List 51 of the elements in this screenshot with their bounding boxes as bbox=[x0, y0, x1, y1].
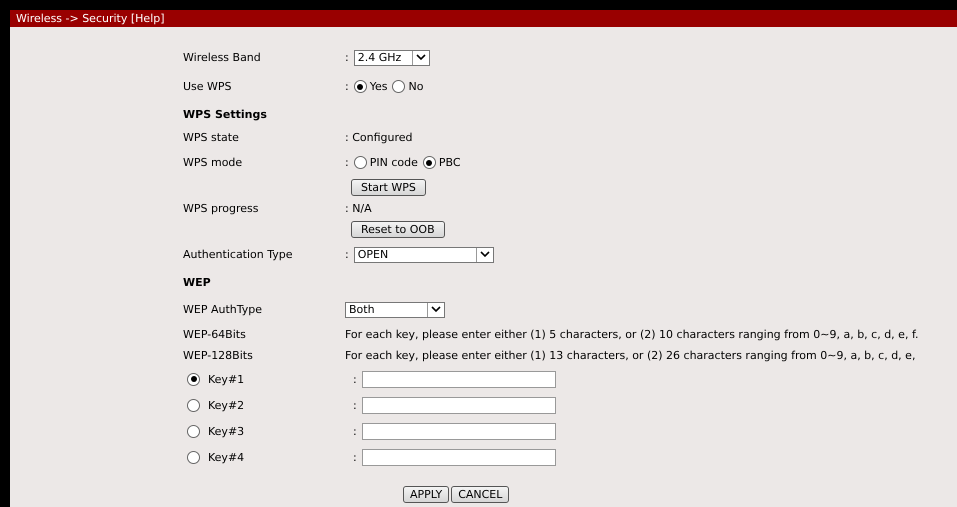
section-heading: WEP bbox=[183, 276, 211, 288]
dropdown[interactable]: OPEN bbox=[354, 246, 494, 262]
radio-label: Yes bbox=[370, 80, 388, 93]
form-button[interactable]: CANCEL bbox=[451, 486, 510, 503]
field-label: WPS state bbox=[183, 131, 239, 144]
field-label: WEP-128Bits bbox=[183, 349, 253, 362]
field-value: For each key, please enter either (1) 5 characters, or (2) 10 characters ranging from 0~9, a, b, c, d, e, f. bbox=[345, 328, 919, 341]
colon: : bbox=[345, 51, 349, 64]
radio-button[interactable] bbox=[187, 372, 200, 386]
action-button[interactable]: Start WPS bbox=[351, 179, 426, 196]
radio-button[interactable] bbox=[392, 80, 406, 93]
colon: : bbox=[353, 372, 357, 386]
key-field[interactable] bbox=[362, 396, 556, 414]
action-button[interactable]: Reset to OOB bbox=[351, 221, 445, 238]
key-label: Key#3 bbox=[208, 424, 244, 438]
field-value: : N/A bbox=[345, 202, 372, 215]
field-label: WPS progress bbox=[183, 202, 258, 215]
key-label: Key#4 bbox=[208, 450, 244, 464]
dropdown[interactable]: 2.4 GHz bbox=[354, 50, 430, 66]
key-field[interactable] bbox=[362, 448, 556, 466]
key-label: Key#1 bbox=[208, 372, 244, 386]
key-field[interactable] bbox=[362, 370, 556, 388]
colon: : bbox=[345, 248, 349, 261]
radio-button[interactable] bbox=[187, 450, 200, 464]
radio-button[interactable] bbox=[354, 156, 367, 169]
colon: : bbox=[353, 450, 357, 464]
colon: : bbox=[345, 80, 349, 93]
field-value: : Configured bbox=[345, 131, 412, 144]
colon: : bbox=[353, 424, 357, 438]
radio-button[interactable] bbox=[422, 156, 436, 169]
field-label: Wireless Band bbox=[183, 51, 261, 64]
radio-label: PIN code bbox=[370, 156, 418, 169]
page-title: Wireless -> Security [Help] bbox=[16, 12, 165, 25]
radio-button[interactable] bbox=[354, 80, 367, 93]
key-field[interactable] bbox=[362, 422, 556, 440]
field-label: Use WPS bbox=[183, 80, 232, 93]
form-button[interactable]: APPLY bbox=[403, 486, 450, 503]
radio-label: PBC bbox=[438, 156, 461, 169]
radio-label: No bbox=[408, 80, 424, 93]
field-value: For each key, please enter either (1) 13 characters, or (2) 26 characters ranging from 0~9, a, b, c, d, e, bbox=[345, 349, 916, 362]
field-label: WEP-64Bits bbox=[183, 328, 246, 341]
dropdown[interactable]: Both bbox=[345, 302, 445, 318]
key-label: Key#2 bbox=[208, 398, 244, 412]
section-heading: WPS Settings bbox=[183, 108, 267, 120]
radio-button[interactable] bbox=[187, 398, 200, 412]
field-label: WEP AuthType bbox=[183, 303, 262, 316]
colon: : bbox=[345, 156, 349, 169]
field-label: WPS mode bbox=[183, 156, 242, 169]
radio-button[interactable] bbox=[187, 424, 200, 438]
colon: : bbox=[353, 398, 357, 412]
field-label: Authentication Type bbox=[183, 248, 293, 261]
